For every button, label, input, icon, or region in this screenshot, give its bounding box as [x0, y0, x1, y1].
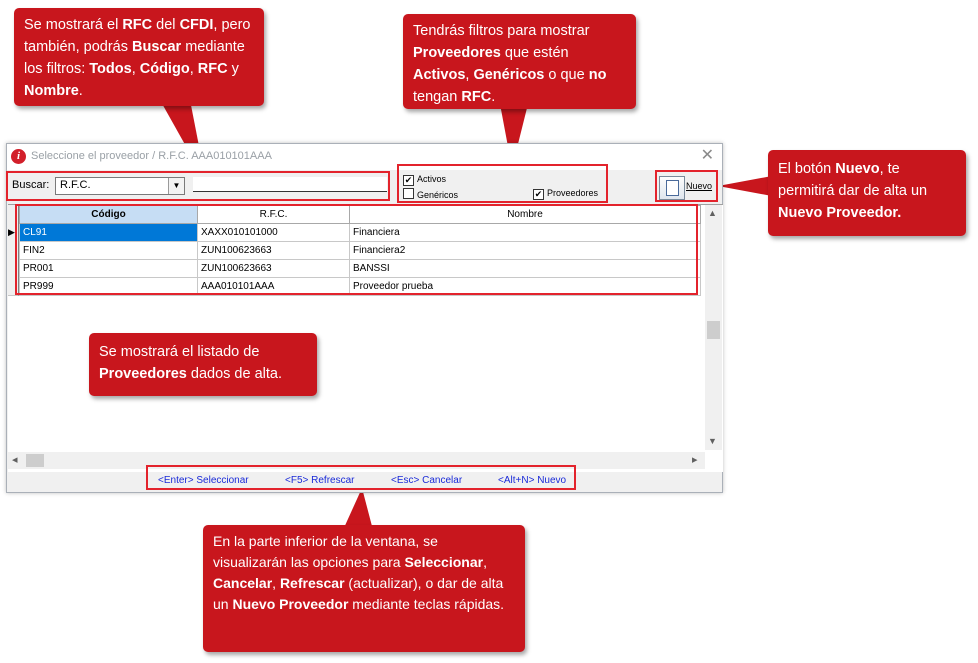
callout-text: mediante teclas rápidas. [348, 596, 505, 612]
callout-bold: Todos [89, 61, 132, 77]
scroll-left-icon[interactable]: ◂ [12, 453, 18, 466]
window-title: Seleccione el proveedor / R.F.C. AAA0101… [31, 150, 272, 162]
callout-bold: Nuevo [835, 161, 880, 177]
title-bar: i Seleccione el proveedor / R.F.C. AAA01… [7, 144, 722, 170]
vertical-scrollbar[interactable]: ▲ ▼ [705, 205, 722, 450]
callout-bold: Nuevo Proveedor [232, 596, 349, 612]
callout-text: dados de alta. [186, 366, 282, 382]
callout-text: El botón [778, 161, 836, 177]
callout-bold: RFC [122, 17, 153, 33]
callout-filtros: Tendrás filtros para mostrar Proveedores… [403, 14, 636, 109]
callout-text: y [227, 61, 239, 77]
scroll-up-icon[interactable]: ▲ [708, 208, 717, 218]
callout-bold: Proveedores [413, 45, 501, 61]
horizontal-scroll-thumb[interactable] [26, 454, 44, 467]
callout-text: , [131, 61, 140, 77]
callout-text: , [189, 61, 198, 77]
callout-bold: CFDI [179, 17, 214, 33]
callout-bold: no [588, 67, 607, 83]
callout-text: tengan [413, 89, 462, 105]
highlight-listado [15, 204, 698, 295]
pointer-inferior [343, 488, 373, 530]
highlight-nuevo [655, 170, 718, 202]
callout-text: del [152, 17, 180, 33]
scroll-right-icon[interactable]: ▸ [692, 453, 698, 466]
callout-text: , [483, 554, 487, 570]
close-icon[interactable]: ✕ [701, 147, 714, 165]
app-logo-icon: i [11, 149, 26, 164]
callout-text: Se mostrará el listado de [99, 344, 260, 360]
callout-bold: Nombre [24, 83, 79, 99]
highlight-buscar [6, 171, 390, 201]
callout-bold: RFC [197, 61, 228, 77]
callout-bold: Genéricos [473, 67, 545, 83]
callout-listado: Se mostrará el listado de Proveedores da… [89, 333, 317, 396]
callout-bold: Nuevo Proveedor. [778, 205, 902, 221]
callout-bold: Código [139, 61, 190, 77]
vertical-scroll-thumb[interactable] [707, 321, 720, 339]
callout-text: Tendrás filtros para mostrar [413, 23, 590, 39]
callout-bold: Cancelar [213, 575, 273, 591]
callout-bold: Seleccionar [404, 554, 484, 570]
callout-bold: Proveedores [99, 366, 187, 382]
highlight-filtros [397, 164, 608, 203]
callout-text: Se mostrará el [24, 17, 123, 33]
callout-text: . [78, 83, 83, 99]
callout-rfc: Se mostrará el RFC del CFDI, pero tambié… [14, 8, 264, 106]
callout-bold: Buscar [132, 39, 182, 55]
callout-text: que estén [500, 45, 569, 61]
callout-nuevo: El botón Nuevo, te permitirá dar de alta… [768, 150, 966, 236]
callout-text: , [272, 575, 280, 591]
scroll-down-icon[interactable]: ▼ [708, 436, 717, 446]
callout-inferior: En la parte inferior de la ventana, se v… [203, 525, 525, 652]
callout-text: o que [544, 67, 589, 83]
callout-bold: Refrescar [279, 575, 345, 591]
callout-text: . [491, 89, 496, 105]
pointer-nuevo [718, 176, 772, 196]
highlight-atajos [146, 465, 576, 490]
callout-bold: Activos [413, 67, 466, 83]
callout-bold: RFC [461, 89, 492, 105]
